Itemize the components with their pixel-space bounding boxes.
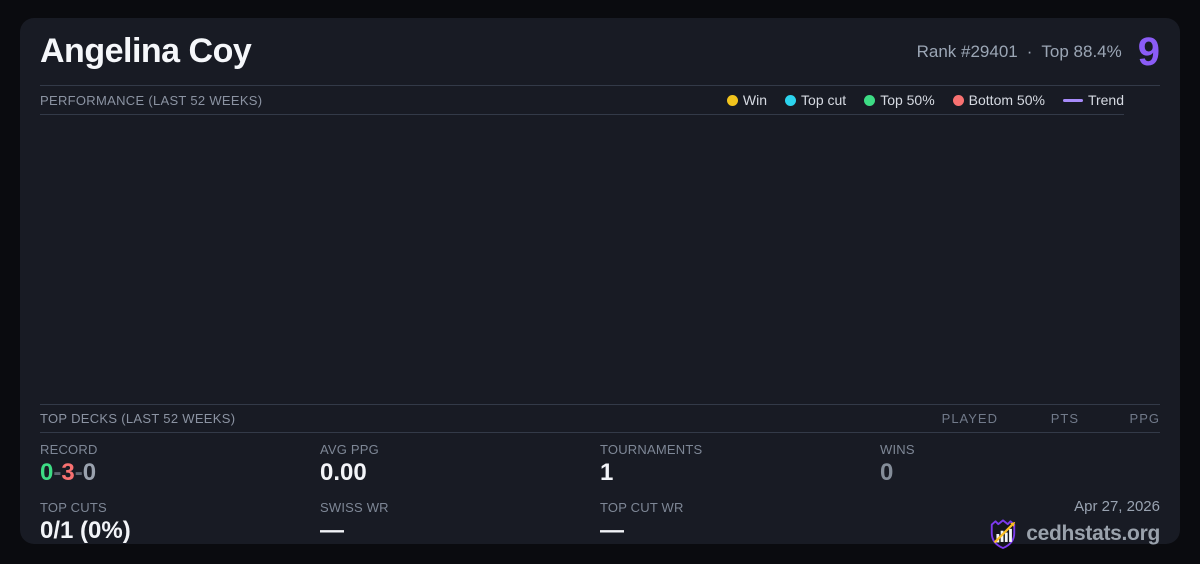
column-header-played: PLAYED xyxy=(941,411,998,426)
footer: Apr 27, 2026 cedhstats.org xyxy=(880,498,1160,550)
trend-line-icon xyxy=(1062,98,1083,102)
stat-swiss-wr: SWISS WR — xyxy=(320,500,600,550)
column-header-ppg: PPG xyxy=(1129,411,1160,426)
bottom-50-dot-icon xyxy=(952,94,964,106)
stat-avg-ppg: AVG PPG 0.00 xyxy=(320,442,600,500)
legend-item-win: Win xyxy=(726,92,768,108)
legend-label: Top 50% xyxy=(880,92,935,108)
stat-label: WINS xyxy=(880,442,915,457)
performance-header: PERFORMANCE (LAST 52 WEEKS) Win Top cut … xyxy=(40,86,1124,115)
top-percent: Top 88.4% xyxy=(1041,41,1122,61)
score-badge: 9 xyxy=(1137,29,1160,74)
record-losses: 3 xyxy=(61,459,75,486)
performance-heading: PERFORMANCE (LAST 52 WEEKS) xyxy=(40,92,263,108)
record-wins: 0 xyxy=(40,459,54,486)
stat-label: TOP CUT WR xyxy=(600,500,684,515)
stat-tournaments: TOURNAMENTS 1 xyxy=(600,442,880,500)
tournaments-value: 1 xyxy=(600,459,614,486)
stat-label: RECORD xyxy=(40,442,98,457)
chart-legend: Win Top cut Top 50% Bottom 50% Trend xyxy=(726,92,1124,108)
record-separator: - xyxy=(74,459,83,486)
top-cuts-value: 0/1 (0%) xyxy=(40,517,131,544)
performance-chart-plot-area xyxy=(40,115,1160,405)
rank-value: Rank #29401 xyxy=(916,41,1018,61)
stat-record: RECORD 0-3-0 xyxy=(40,442,320,500)
page-title: Angelina Coy xyxy=(40,32,252,70)
top-cut-dot-icon xyxy=(785,94,797,106)
wins-value: 0 xyxy=(880,459,894,486)
legend-label: Win xyxy=(742,92,768,108)
record-draws: 0 xyxy=(82,459,97,486)
player-stats-card: Angelina Coy Rank #29401 · Top 88.4% 9 P… xyxy=(20,18,1180,549)
stat-label: TOURNAMENTS xyxy=(600,442,703,457)
cedhstats-shield-logo-icon xyxy=(991,519,1016,549)
card-header: Angelina Coy Rank #29401 · Top 88.4% 9 xyxy=(40,18,1160,86)
legend-label: Bottom 50% xyxy=(968,92,1045,108)
stat-label: AVG PPG xyxy=(320,442,379,457)
avg-ppg-value: 0.00 xyxy=(320,459,367,486)
stat-label: TOP CUTS xyxy=(40,500,107,515)
stat-wins: WINS 0 xyxy=(880,442,1160,500)
stat-top-cuts: TOP CUTS 0/1 (0%) xyxy=(40,500,320,550)
report-date: Apr 27, 2026 xyxy=(1074,498,1160,515)
legend-label: Trend xyxy=(1087,92,1124,108)
rank-line: Rank #29401 · Top 88.4% xyxy=(917,42,1122,62)
top-decks-columns: PLAYED PTS PPG xyxy=(938,411,1160,426)
header-right: Rank #29401 · Top 88.4% 9 xyxy=(917,32,1160,72)
brand-name: cedhstats.org xyxy=(1026,522,1160,545)
brand: cedhstats.org xyxy=(988,518,1160,550)
column-header-pts: PTS xyxy=(1050,411,1079,426)
legend-item-bottom-50: Bottom 50% xyxy=(952,92,1045,108)
rank-separator: · xyxy=(1026,41,1033,61)
legend-item-top-50: Top 50% xyxy=(864,92,935,108)
top-cut-wr-value: — xyxy=(600,517,624,544)
top-decks-header: TOP DECKS (LAST 52 WEEKS) PLAYED PTS PPG xyxy=(40,405,1160,433)
win-dot-icon xyxy=(726,94,738,106)
record-value: 0-3-0 xyxy=(40,459,320,486)
legend-label: Top cut xyxy=(801,92,847,108)
top-decks-heading: TOP DECKS (LAST 52 WEEKS) xyxy=(40,411,236,426)
top-50-dot-icon xyxy=(864,94,876,106)
stat-top-cut-wr: TOP CUT WR — xyxy=(600,500,880,550)
legend-item-top-cut: Top cut xyxy=(785,92,846,108)
swiss-wr-value: — xyxy=(320,517,344,544)
stat-label: SWISS WR xyxy=(320,500,389,515)
stats-grid: RECORD 0-3-0 AVG PPG 0.00 TOURNAMENTS 1 … xyxy=(40,433,1160,550)
legend-item-trend: Trend xyxy=(1062,92,1124,108)
